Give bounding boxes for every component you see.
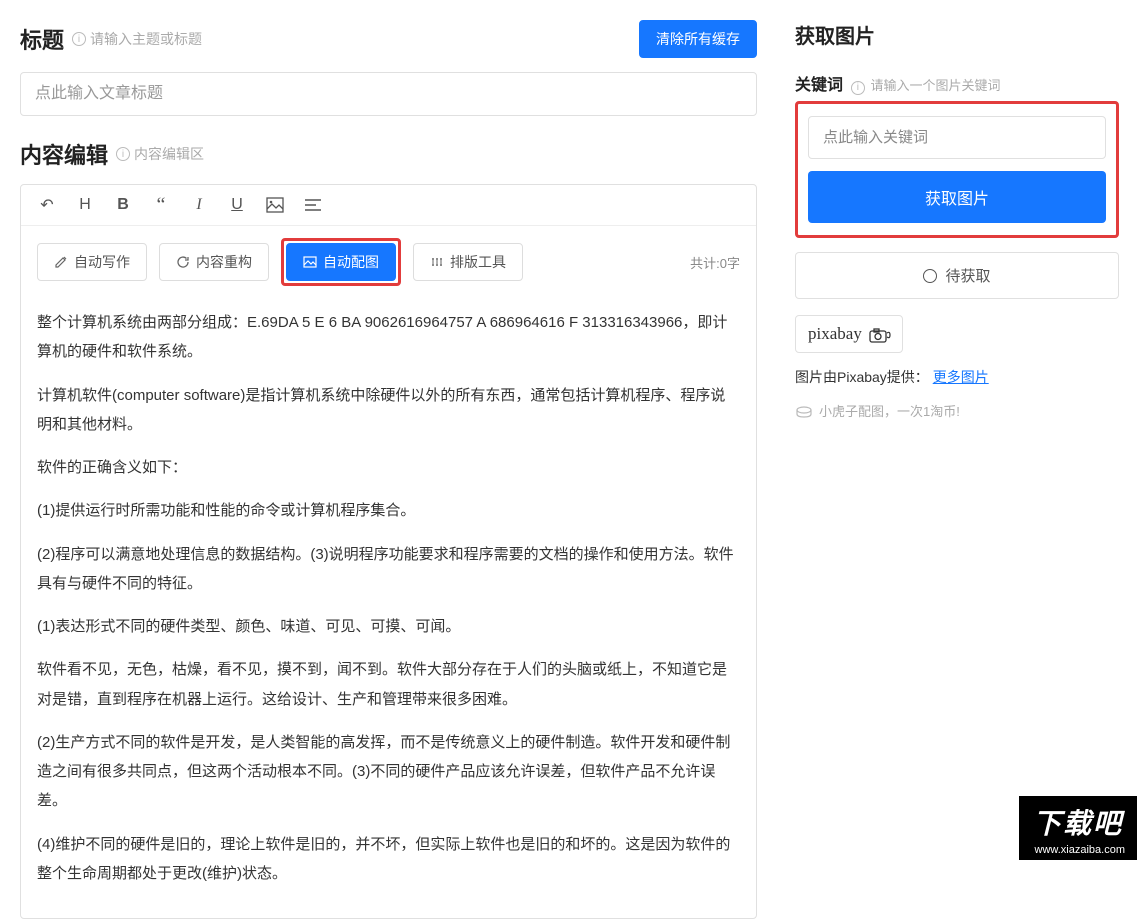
- more-images-link[interactable]: 更多图片: [933, 369, 989, 385]
- image-icon[interactable]: [265, 196, 285, 214]
- article-title-input[interactable]: [20, 72, 757, 116]
- content-paragraph: 软件的正确含义如下：: [37, 453, 740, 482]
- content-paragraph: (2)程序可以满意地处理信息的数据结构。(3)说明程序功能要求和程序需要的文档的…: [37, 540, 740, 599]
- editor-card: ↶ H B “ I U 自动写作 内: [20, 184, 757, 919]
- title-label: 标题: [20, 23, 64, 55]
- auto-image-highlight: 自动配图: [281, 238, 401, 286]
- coin-line: 小虎子配图，一次1淘币!: [795, 401, 1119, 420]
- editor-header: 内容编辑 i 内容编辑区: [20, 138, 757, 170]
- keyword-label: 关键词: [795, 71, 843, 95]
- camera-icon: [868, 327, 890, 341]
- content-paragraph: 计算机软件(computer software)是指计算机系统中除硬件以外的所有…: [37, 381, 740, 440]
- word-count: 共计:0字: [690, 253, 740, 272]
- info-icon: i: [116, 147, 130, 161]
- circle-icon: [923, 269, 937, 283]
- content-paragraph: (1)表达形式不同的硬件类型、颜色、味道、可见、可摸、可闻。: [37, 612, 740, 641]
- picture-icon: [303, 255, 317, 269]
- watermark: 下载吧 www.xiazaiba.com: [1019, 796, 1137, 860]
- content-paragraph: (4)维护不同的硬件是旧的，理论上软件是旧的，并不坏，但实际上软件也是旧的和坏的…: [37, 830, 740, 889]
- fetch-image-title: 获取图片: [795, 20, 1119, 49]
- layout-icon: [430, 255, 444, 269]
- auto-image-button[interactable]: 自动配图: [286, 243, 396, 281]
- fetch-image-button[interactable]: 获取图片: [808, 171, 1106, 223]
- restructure-button[interactable]: 内容重构: [159, 243, 269, 281]
- pending-status: 待获取: [795, 252, 1119, 299]
- refresh-icon: [176, 255, 190, 269]
- underline-icon[interactable]: U: [227, 196, 247, 214]
- keyword-label-row: 关键词 i 请输入一个图片关键词: [795, 71, 1119, 95]
- layout-tool-button[interactable]: 排版工具: [413, 243, 523, 281]
- keyword-hint: i 请输入一个图片关键词: [847, 78, 1001, 93]
- pencil-icon: [54, 255, 68, 269]
- editor-content[interactable]: 整个计算机系统由两部分组成：E.69DA 5 E 6 BA 9062616964…: [21, 298, 756, 918]
- keyword-input[interactable]: [808, 116, 1106, 159]
- keyword-highlight-box: 获取图片: [795, 101, 1119, 238]
- coin-icon: [795, 403, 813, 418]
- info-icon: i: [851, 81, 865, 95]
- heading-icon[interactable]: H: [75, 196, 95, 214]
- format-toolbar: ↶ H B “ I U: [21, 185, 756, 226]
- title-header: 标题 i 请输入主题或标题 清除所有缓存: [20, 20, 757, 58]
- editor-hint: i 内容编辑区: [116, 144, 204, 164]
- editor-label: 内容编辑: [20, 138, 108, 170]
- bold-icon[interactable]: B: [113, 196, 133, 214]
- undo-icon[interactable]: ↶: [37, 195, 57, 215]
- provider-line: 图片由Pixabay提供： 更多图片: [795, 367, 1119, 387]
- align-icon[interactable]: [303, 196, 323, 214]
- sidebar: 获取图片 关键词 i 请输入一个图片关键词 获取图片 待获取 pixabay: [777, 0, 1137, 860]
- clear-cache-button[interactable]: 清除所有缓存: [639, 20, 757, 58]
- content-paragraph: (1)提供运行时所需功能和性能的命令或计算机程序集合。: [37, 496, 740, 525]
- content-paragraph: (2)生产方式不同的软件是开发，是人类智能的高发挥，而不是传统意义上的硬件制造。…: [37, 728, 740, 816]
- quote-icon[interactable]: “: [151, 198, 171, 212]
- content-paragraph: 整个计算机系统由两部分组成：E.69DA 5 E 6 BA 9062616964…: [37, 308, 740, 367]
- editor-section-label: 内容编辑 i 内容编辑区: [20, 138, 204, 170]
- main-column: 标题 i 请输入主题或标题 清除所有缓存 内容编辑 i 内容编辑区: [0, 0, 777, 860]
- title-hint: i 请输入主题或标题: [72, 29, 202, 49]
- auto-write-button[interactable]: 自动写作: [37, 243, 147, 281]
- italic-icon[interactable]: I: [189, 196, 209, 214]
- content-paragraph: 软件看不见，无色，枯燥，看不见，摸不到，闻不到。软件大部分存在于人们的头脑或纸上…: [37, 655, 740, 714]
- title-section-label: 标题 i 请输入主题或标题: [20, 23, 202, 55]
- info-icon: i: [72, 32, 86, 46]
- action-toolbar: 自动写作 内容重构 自动配图 排版工具 共计:0字: [21, 226, 756, 298]
- pixabay-badge: pixabay: [795, 315, 903, 353]
